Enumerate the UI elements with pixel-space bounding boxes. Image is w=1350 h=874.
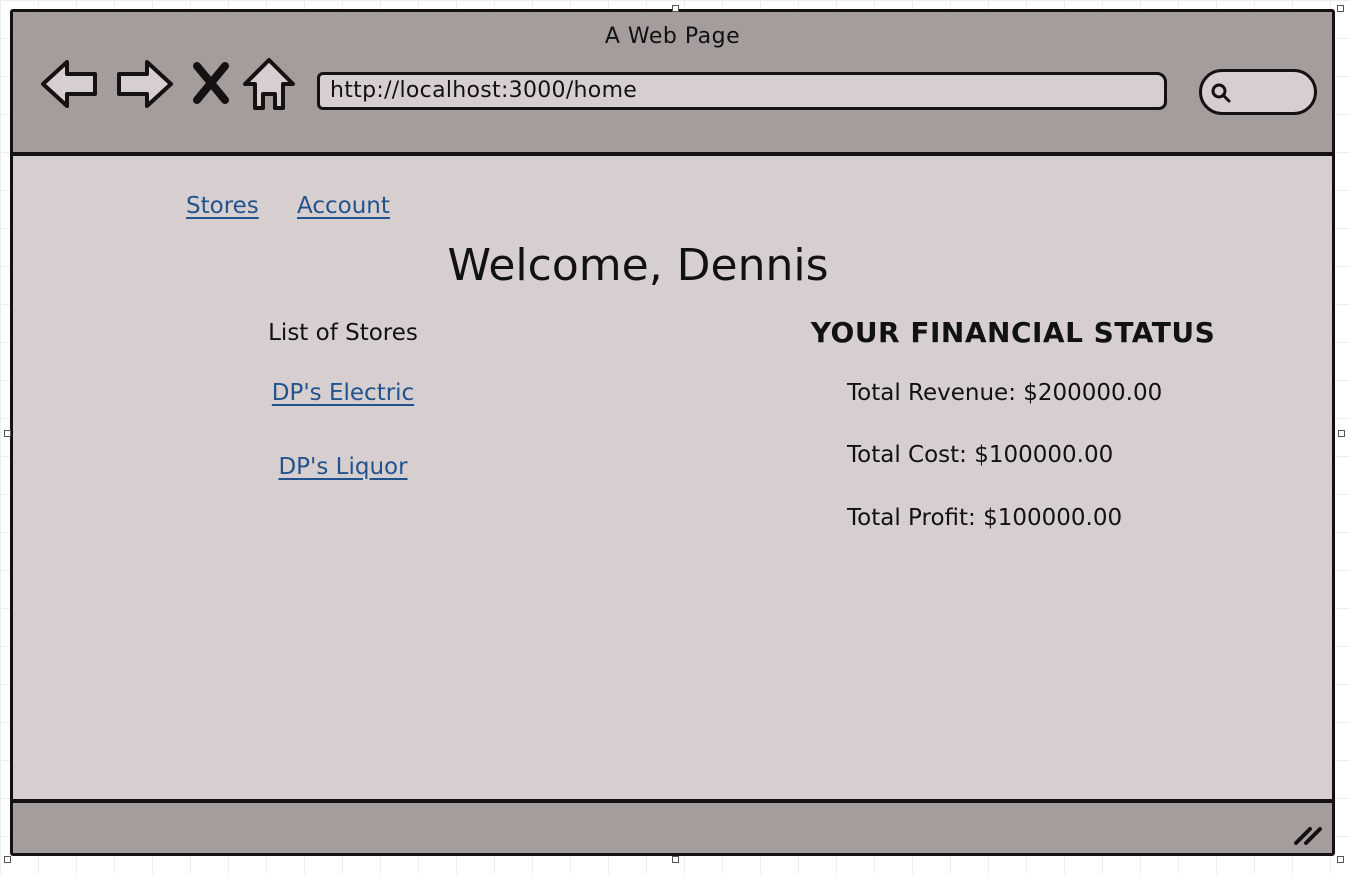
selection-handle-top[interactable] — [672, 5, 679, 12]
selection-handle-right[interactable] — [1338, 430, 1345, 437]
store-link-electric[interactable]: DP's Electric — [203, 380, 483, 406]
browser-titlebar: A Web Page http://localhost:3000/home — [13, 12, 1332, 156]
back-button[interactable] — [39, 54, 101, 114]
selection-handle-bottom[interactable] — [672, 856, 679, 863]
total-cost-text: Total Cost: $100000.00 — [847, 442, 1114, 468]
browser-window: A Web Page http://localhost:3000/home St… — [10, 9, 1335, 856]
financial-status-heading: YOUR FINANCIAL STATUS — [810, 316, 1216, 349]
total-profit-text: Total Profit: $100000.00 — [847, 505, 1123, 531]
stores-list-heading: List of Stores — [268, 320, 418, 346]
search-field[interactable] — [1199, 69, 1317, 115]
selection-handle-left[interactable] — [4, 430, 11, 437]
window-title: A Web Page — [604, 24, 741, 49]
store-link-liquor[interactable]: DP's Liquor — [203, 454, 483, 480]
home-icon — [243, 58, 295, 110]
nav-link-account[interactable]: Account — [297, 193, 390, 219]
selection-handle-bottom-right[interactable] — [1337, 856, 1344, 863]
page-content: Stores Account Welcome, Dennis List of S… — [13, 156, 1332, 802]
selection-handle-top-right[interactable] — [1337, 5, 1344, 12]
forward-arrow-icon — [117, 60, 173, 108]
close-icon — [193, 62, 229, 104]
url-bar[interactable]: http://localhost:3000/home — [317, 72, 1167, 110]
browser-statusbar — [13, 799, 1332, 853]
total-revenue-text: Total Revenue: $200000.00 — [847, 380, 1163, 406]
back-arrow-icon — [41, 60, 97, 108]
page-title: Welcome, Dennis — [447, 240, 829, 291]
nav-link-stores[interactable]: Stores — [186, 193, 259, 219]
home-button[interactable] — [241, 54, 297, 114]
resize-grip-icon[interactable] — [1292, 819, 1324, 847]
forward-button[interactable] — [113, 54, 175, 114]
search-icon — [1211, 83, 1231, 103]
selection-handle-bottom-left[interactable] — [4, 856, 11, 863]
stop-button[interactable] — [189, 54, 233, 114]
